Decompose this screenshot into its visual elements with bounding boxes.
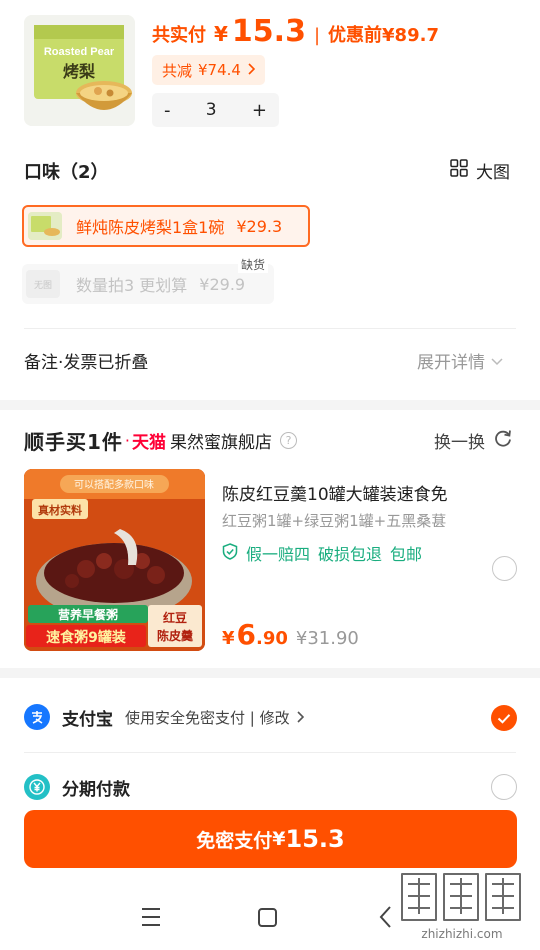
- flavor-option-disabled: 无图 数量拍3 更划算 ¥29.9: [22, 264, 274, 304]
- alipay-label: 支付宝: [62, 709, 113, 730]
- divider: [24, 328, 516, 329]
- check-icon: [497, 713, 511, 724]
- payment-method-alipay[interactable]: 支付宝 使用安全免密支付 | 修改: [24, 704, 304, 730]
- flavor-section-title: 口味（2）: [24, 162, 109, 183]
- quantity-value[interactable]: 3: [206, 100, 217, 120]
- chevron-down-icon: [491, 351, 503, 371]
- image-tag: 真材实料: [38, 503, 82, 517]
- option-price: ¥29.3: [236, 216, 283, 236]
- installment-icon: [24, 774, 50, 800]
- addon-product-image[interactable]: 可以搭配多款口味 真材实料 营养早餐粥 速食粥9罐装 红豆 陈皮羹: [24, 469, 205, 651]
- paid-label: 共实付: [152, 25, 206, 46]
- pay-button-currency: ¥: [272, 828, 286, 850]
- option-label: 鲜炖陈皮烤梨1盒1碗: [76, 218, 225, 237]
- expand-details-button[interactable]: 展开详情: [417, 348, 503, 373]
- guarantee-item: 假一赔四: [246, 545, 311, 564]
- shield-check-icon: [222, 542, 238, 564]
- addon-product-subtitle: 红豆粥1罐+绿豆粥1罐+五黑桑葚: [222, 512, 447, 530]
- image-red-label: 速食粥9罐装: [46, 629, 127, 646]
- alipay-icon: [24, 704, 50, 730]
- watermark-text: zhizhizhi.com: [421, 927, 502, 941]
- section-separator: [0, 668, 540, 678]
- expand-label: 展开详情: [417, 353, 485, 373]
- addon-select-radio[interactable]: [492, 556, 517, 581]
- discount-detail-pill[interactable]: 共减 ¥74.4: [152, 55, 265, 85]
- price-currency: ¥: [222, 628, 235, 649]
- option-label: 数量拍3 更划算: [76, 276, 188, 295]
- option-thumbnail: [28, 212, 62, 240]
- grid-icon: [450, 159, 468, 182]
- product-thumbnail[interactable]: Roasted Pear 烤梨: [24, 15, 135, 126]
- pay-button[interactable]: 免密支付 ¥ 15.3: [24, 810, 517, 868]
- notes-invoice-label: 备注·发票已折叠: [24, 353, 149, 373]
- installment-radio[interactable]: [491, 774, 517, 800]
- pay-button-label: 免密支付: [196, 829, 273, 852]
- quantity-stepper[interactable]: - 3 +: [152, 93, 279, 127]
- original-amount: ¥89.7: [382, 25, 439, 46]
- roasted-pear-package-image: Roasted Pear 烤梨: [24, 15, 135, 126]
- alipay-description[interactable]: 使用安全免密支付 | 修改: [125, 707, 290, 728]
- swap-button[interactable]: 换一换: [434, 428, 513, 453]
- total-paid-line: 共实付 ¥ 15.3 | 优惠前 ¥89.7: [152, 14, 439, 54]
- image-side-line1: 红豆: [163, 610, 187, 625]
- big-view-label: 大图: [476, 163, 510, 183]
- red-bean-soup-image: 可以搭配多款口味 真材实料 营养早餐粥 速食粥9罐装 红豆 陈皮羹: [24, 469, 205, 651]
- original-price: ¥31.90: [295, 628, 359, 649]
- package-text-cn: 烤梨: [63, 62, 96, 81]
- addon-heading: 顺手买1件: [24, 430, 123, 454]
- section-separator: [0, 400, 540, 410]
- guarantee-item: 破损包退: [318, 545, 383, 564]
- big-view-toggle[interactable]: 大图: [450, 158, 510, 183]
- installment-label: 分期付款: [62, 779, 130, 800]
- store-name[interactable]: 果然蜜旗舰店: [170, 428, 272, 453]
- paid-amount: 15.3: [231, 14, 306, 49]
- option-price: ¥29.9: [199, 274, 246, 294]
- tmall-logo: 天猫: [132, 433, 167, 453]
- flavor-option-selected[interactable]: 鲜炖陈皮烤梨1盒1碗 ¥29.3: [22, 205, 310, 247]
- back-icon[interactable]: [379, 906, 391, 928]
- saved-label: 共减: [162, 61, 193, 80]
- home-icon[interactable]: [258, 908, 277, 927]
- image-green-label: 营养早餐粥: [58, 607, 118, 622]
- paid-currency: ¥: [214, 22, 228, 46]
- no-image-placeholder: 无图: [26, 270, 60, 298]
- separator: |: [313, 25, 321, 46]
- chevron-right-icon: [296, 708, 304, 727]
- saved-amount: ¥74.4: [198, 61, 241, 79]
- info-icon[interactable]: ?: [280, 432, 298, 449]
- image-top-banner: 可以搭配多款口味: [74, 478, 154, 491]
- addon-header: 顺手买1件 · 天猫 果然蜜旗舰店 ?: [24, 426, 298, 455]
- price-integer: 6: [236, 618, 257, 651]
- out-of-stock-badge: 缺货: [238, 256, 269, 273]
- addon-price: ¥ 6 .90 ¥31.90: [222, 618, 359, 651]
- payment-method-installment[interactable]: 分期付款: [24, 774, 130, 800]
- package-text-en: Roasted Pear: [44, 46, 115, 58]
- decrement-button[interactable]: -: [164, 100, 171, 121]
- guarantee-row: 假一赔四 破损包退 包邮: [222, 541, 422, 565]
- divider: [24, 752, 516, 753]
- increment-button[interactable]: +: [252, 100, 267, 121]
- guarantee-item: 包邮: [390, 545, 423, 564]
- swap-label: 换一换: [434, 433, 485, 453]
- watermark-logo: zhizhizhi.com: [392, 862, 532, 942]
- menu-icon[interactable]: [142, 908, 160, 926]
- price-decimal: .90: [256, 628, 288, 649]
- alipay-radio-checked[interactable]: [491, 705, 517, 731]
- addon-product-title[interactable]: 陈皮红豆羹10罐大罐装速食免: [222, 480, 472, 505]
- dot-separator: ·: [124, 431, 131, 450]
- pay-button-amount: 15.3: [285, 825, 345, 853]
- image-side-line2: 陈皮羹: [157, 628, 194, 643]
- refresh-icon: [493, 428, 513, 453]
- chevron-right-icon: [247, 61, 256, 79]
- original-label: 优惠前: [328, 25, 383, 46]
